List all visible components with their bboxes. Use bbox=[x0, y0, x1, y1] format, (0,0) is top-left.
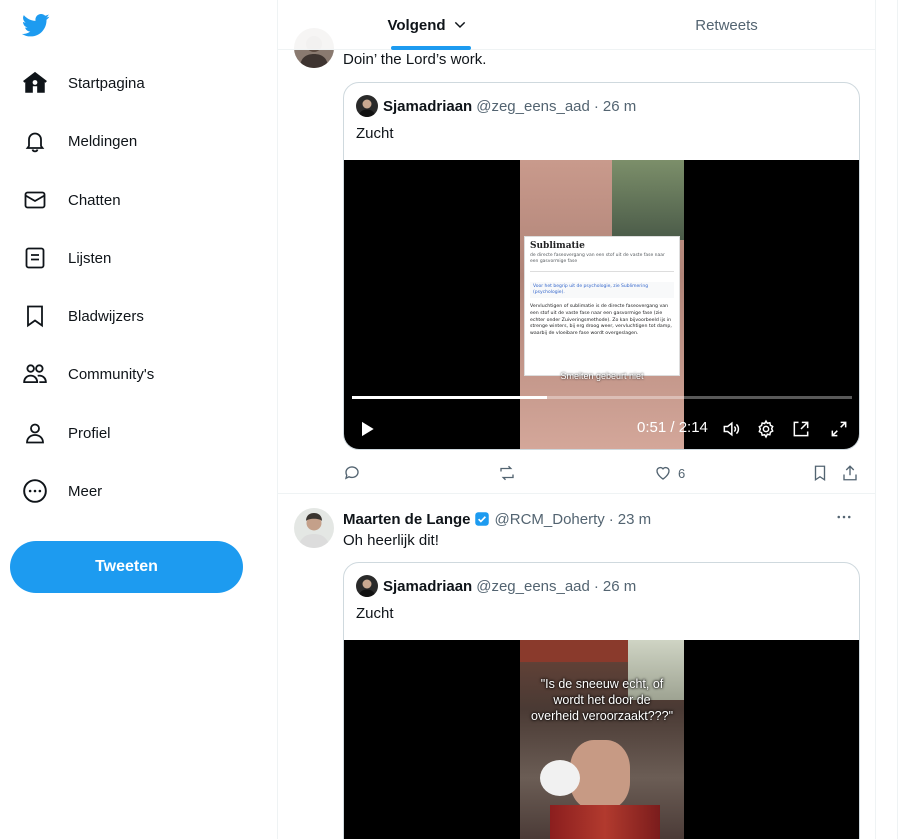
separator: · bbox=[593, 97, 599, 115]
quoted-author-name: Sjamadriaan bbox=[383, 97, 473, 115]
nav-bookmarks[interactable]: Bladwijzers bbox=[20, 296, 144, 336]
person-icon bbox=[20, 418, 50, 448]
author-handle[interactable]: @RCM_Doherty bbox=[495, 511, 605, 528]
more-circle-icon bbox=[20, 476, 50, 506]
envelope-icon bbox=[20, 185, 50, 215]
nav-more[interactable]: Meer bbox=[20, 471, 102, 511]
quoted-tweet[interactable]: Sjamadriaan @zeg_eens_aad · 26 m Zucht S… bbox=[343, 82, 860, 450]
twitter-logo-icon[interactable] bbox=[21, 11, 50, 39]
wiki-title: Sublimatie bbox=[530, 241, 585, 251]
bookmark-icon bbox=[20, 301, 50, 331]
home-icon bbox=[20, 68, 50, 98]
reply-icon bbox=[344, 466, 359, 480]
fullscreen-icon[interactable] bbox=[826, 416, 852, 442]
share-button[interactable] bbox=[841, 462, 859, 484]
video-progress-fill bbox=[352, 396, 547, 399]
wiki-subtitle: de directe faseovergang van een stof uit… bbox=[530, 253, 665, 264]
verified-badge-icon bbox=[473, 510, 491, 528]
video-time: 0:51 / 2:14 bbox=[637, 419, 708, 436]
heart-icon bbox=[656, 466, 670, 480]
tweet-timestamp[interactable]: 23 m bbox=[618, 511, 651, 528]
quoted-tweet-header: Sjamadriaan @zeg_eens_aad · 26 m bbox=[356, 575, 636, 597]
tweet-button[interactable]: Tweeten bbox=[10, 541, 243, 593]
nav-notifications-label: Meldingen bbox=[68, 132, 138, 150]
nav-home-label: Startpagina bbox=[68, 74, 145, 92]
tweet-text: Doin’ the Lord’s work. bbox=[343, 51, 487, 68]
video-caption: Smelten gebeurt niet bbox=[560, 371, 644, 381]
video-frame: Sublimatie de directe faseovergang van e… bbox=[520, 160, 684, 449]
nav-communities-label: Community's bbox=[68, 365, 155, 383]
quoted-tweet-text: Zucht bbox=[356, 125, 394, 142]
avatar bbox=[356, 575, 378, 597]
bookmark-button[interactable] bbox=[811, 462, 829, 484]
nav-notifications[interactable]: Meldingen bbox=[20, 121, 137, 161]
settings-gear-icon[interactable] bbox=[753, 416, 779, 442]
video-frame: "Is de sneeuw echt, of wordt het door de… bbox=[520, 640, 684, 839]
list-icon bbox=[20, 243, 50, 273]
tweet-text: Oh heerlijk dit! bbox=[343, 532, 439, 549]
timeline-tabs: Volgend Retweets bbox=[278, 0, 875, 50]
nav-profile[interactable]: Profiel bbox=[20, 413, 111, 453]
quoted-timestamp[interactable]: 26 m bbox=[603, 98, 636, 115]
pip-icon[interactable] bbox=[788, 416, 814, 442]
retweet-button[interactable] bbox=[498, 462, 516, 484]
chevron-down-icon bbox=[452, 17, 468, 33]
quoted-author-handle: @zeg_eens_aad bbox=[476, 97, 590, 115]
quoted-tweet-header: Sjamadriaan @zeg_eens_aad · 26 m bbox=[356, 95, 636, 117]
author-name[interactable]: Maarten de Lange bbox=[343, 511, 471, 528]
more-options-icon[interactable] bbox=[829, 502, 859, 532]
play-button[interactable] bbox=[354, 416, 380, 442]
separator: · bbox=[608, 510, 614, 528]
nav-lists-label: Lijsten bbox=[68, 249, 112, 267]
nav-messages[interactable]: Chatten bbox=[20, 180, 121, 220]
quoted-tweet-text: Zucht bbox=[356, 605, 394, 622]
bell-icon bbox=[20, 126, 50, 156]
like-count: 6 bbox=[678, 465, 686, 481]
communities-icon bbox=[20, 359, 50, 389]
nav-communities[interactable]: Community's bbox=[20, 354, 154, 394]
wiki-note: Voor het begrip uit de psychologie, zie … bbox=[530, 282, 674, 298]
nav-profile-label: Profiel bbox=[68, 424, 111, 442]
right-column-edge bbox=[897, 0, 909, 839]
tweet-header: Maarten de Lange @RCM_Doherty · 23 m bbox=[343, 510, 651, 528]
like-button[interactable]: 6 bbox=[654, 462, 685, 484]
separator: · bbox=[593, 577, 599, 595]
quoted-tweet[interactable]: Sjamadriaan @zeg_eens_aad · 26 m Zucht "… bbox=[343, 562, 860, 839]
video-player[interactable]: Sublimatie de directe faseovergang van e… bbox=[344, 160, 859, 449]
video-caption: "Is de sneeuw echt, of wordt het door de… bbox=[530, 677, 674, 723]
active-tab-indicator bbox=[391, 46, 471, 50]
video-progress-track[interactable] bbox=[352, 396, 852, 399]
tweet-actions: 6 bbox=[343, 462, 863, 484]
tab-following-label: Volgend bbox=[387, 16, 446, 34]
avatar[interactable] bbox=[294, 508, 334, 548]
timeline: Volgend Retweets Doin’ the Lord’s work. … bbox=[277, 0, 876, 839]
avatar bbox=[356, 95, 378, 117]
reply-button[interactable] bbox=[343, 462, 361, 484]
tweet[interactable]: Doin’ the Lord’s work. Sjamadriaan @zeg_… bbox=[278, 0, 875, 494]
wiki-body: Vervluchtigen of sublimatie is de direct… bbox=[530, 303, 672, 337]
quoted-timestamp[interactable]: 26 m bbox=[603, 578, 636, 595]
bookmark-icon bbox=[814, 465, 826, 482]
nav-bookmarks-label: Bladwijzers bbox=[68, 307, 144, 325]
share-icon bbox=[843, 465, 857, 481]
nav-messages-label: Chatten bbox=[68, 191, 121, 209]
nav-more-label: Meer bbox=[68, 482, 103, 500]
wiki-screenshot: Sublimatie de directe faseovergang van e… bbox=[524, 236, 680, 376]
volume-icon[interactable] bbox=[718, 416, 744, 442]
nav-home[interactable]: Startpagina bbox=[20, 63, 145, 103]
quoted-author-name: Sjamadriaan bbox=[383, 577, 473, 595]
video-player[interactable]: "Is de sneeuw echt, of wordt het door de… bbox=[344, 640, 859, 839]
sidebar: Startpagina Meldingen Chatten Lijsten Bl… bbox=[0, 0, 277, 839]
tweet[interactable]: Maarten de Lange @RCM_Doherty · 23 m Oh … bbox=[278, 494, 875, 839]
tab-following[interactable]: Volgend bbox=[278, 0, 577, 50]
tab-retweets-label: Retweets bbox=[695, 16, 758, 34]
quoted-author-handle: @zeg_eens_aad bbox=[476, 577, 590, 595]
tab-retweets[interactable]: Retweets bbox=[577, 0, 875, 50]
nav-lists[interactable]: Lijsten bbox=[20, 238, 111, 278]
retweet-icon bbox=[500, 465, 514, 481]
